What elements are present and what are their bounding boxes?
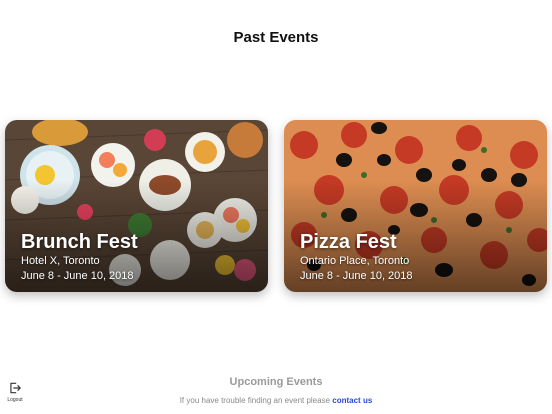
event-dates: June 8 - June 10, 2018 [21, 270, 134, 282]
event-title: Pizza Fest [300, 231, 397, 253]
logout-button[interactable]: Logout [3, 381, 27, 403]
event-card-text: Pizza Fest Ontario Place, Toronto June 8… [300, 230, 413, 284]
upcoming-events-heading: Upcoming Events [229, 376, 323, 388]
help-message: If you have trouble finding an event ple… [179, 396, 331, 405]
event-venue: Ontario Place, Toronto [300, 255, 410, 267]
event-card-brunch-fest[interactable]: Brunch Fest Hotel X, Toronto June 8 - Ju… [5, 120, 268, 292]
event-card-text: Brunch Fest Hotel X, Toronto June 8 - Ju… [21, 230, 138, 284]
help-text: If you have trouble finding an event ple… [0, 396, 552, 405]
event-venue: Hotel X, Toronto [21, 255, 100, 267]
event-title: Brunch Fest [21, 231, 138, 253]
event-card-pizza-fest[interactable]: Pizza Fest Ontario Place, Toronto June 8… [284, 120, 547, 292]
logout-label: Logout [7, 397, 23, 403]
contact-us-link[interactable]: contact us [332, 396, 372, 405]
event-dates: June 8 - June 10, 2018 [300, 270, 413, 282]
logout-icon [10, 382, 21, 394]
page-title: Past Events [233, 29, 319, 46]
